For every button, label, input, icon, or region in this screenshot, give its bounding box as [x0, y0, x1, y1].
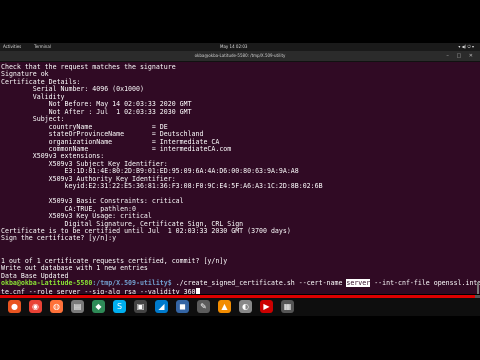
window-title: okba@okba-Latitude-5580: /tmp/X.509-util… — [194, 53, 286, 58]
window-controls[interactable]: – □ ✕ — [446, 53, 476, 59]
command-text-after: --int-cnf-file openssl.intermedia — [374, 279, 480, 288]
prompt-user: okba@okba-Latitude-5580 — [1, 279, 93, 288]
activities-button[interactable]: Activities — [3, 43, 21, 51]
command-wrap: te.cnf --role server --sig-alg rsa --val… — [1, 287, 196, 294]
system-menu[interactable]: ▾ ◀) ⏻ ▾ — [458, 43, 474, 51]
command-highlight: server — [346, 279, 371, 288]
top-bar: Activities Terminal May 14 02:03 ▾ ◀) ⏻ … — [0, 43, 480, 51]
terminal-text: Check that the request matches the signa… — [0, 62, 480, 294]
scrollbar[interactable] — [477, 62, 479, 294]
app-icon-14[interactable]: ▦ — [281, 300, 294, 313]
taskbar-dock: ● ◉ ◍ ▤ ◆ S ▣ ◢ ◼ ✎ ▲ ◐ ▶ ▦ — [0, 298, 480, 316]
app-menu[interactable]: Terminal — [34, 43, 51, 51]
terminal-line: keyid:E2:31:22:E5:36:81:36:F3:08:F0:9C:E… — [1, 182, 323, 191]
terminal-titlebar[interactable]: okba@okba-Latitude-5580: /tmp/X.509-util… — [0, 51, 480, 62]
text-cursor — [195, 287, 200, 294]
app-icon-10[interactable]: ✎ — [197, 300, 210, 313]
scrollbar-thumb[interactable] — [477, 282, 479, 294]
clock[interactable]: May 14 02:03 — [220, 43, 247, 51]
vscode-icon[interactable]: ◢ — [155, 300, 168, 313]
app-icon-5[interactable]: ◆ — [92, 300, 105, 313]
app-icon-1[interactable]: ● — [8, 300, 21, 313]
terminal-output[interactable]: Check that the request matches the signa… — [0, 62, 480, 294]
chrome-icon[interactable]: ◉ — [29, 300, 42, 313]
firefox-icon[interactable]: ◍ — [50, 300, 63, 313]
terminal-line: Sign the certificate? [y/n]:y — [1, 234, 117, 243]
prompt-path: :/tmp/X.509-utility$ — [92, 279, 172, 288]
vlc-icon[interactable]: ▲ — [218, 300, 231, 313]
command-text: ./create_signed_certificate.sh --cert-na… — [171, 279, 347, 288]
app-icon-13[interactable]: ▶ — [260, 300, 273, 313]
app-icon-9[interactable]: ◼ — [176, 300, 189, 313]
files-icon[interactable]: ▤ — [71, 300, 84, 313]
skype-icon[interactable]: S — [113, 300, 126, 313]
video-frame: Activities Terminal May 14 02:03 ▾ ◀) ⏻ … — [0, 0, 480, 360]
app-icon-12[interactable]: ◐ — [239, 300, 252, 313]
app-icon-7[interactable]: ▣ — [134, 300, 147, 313]
